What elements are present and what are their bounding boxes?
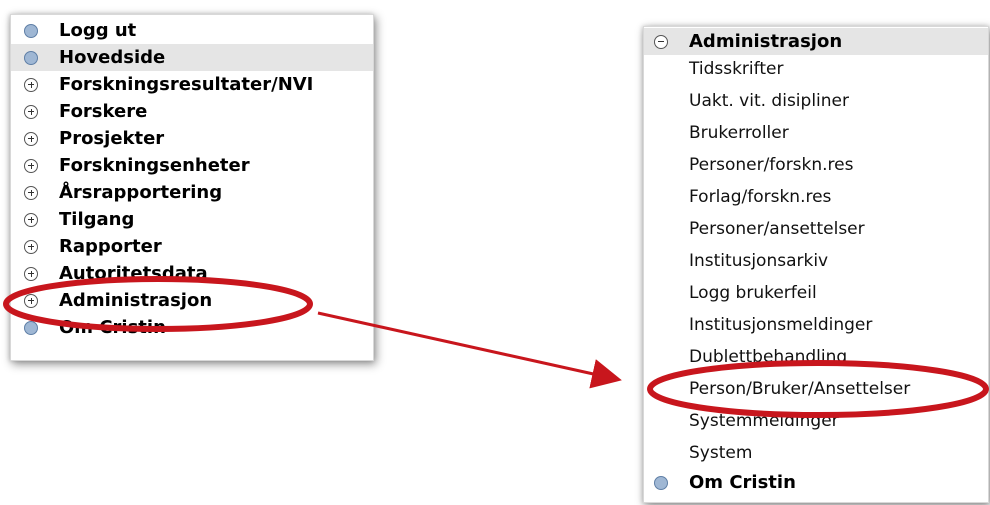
annotation-overlay — [3, 276, 989, 418]
annotation-ellipse-left — [3, 276, 313, 332]
annotation-arrow — [317, 311, 622, 389]
annotation-ellipse-right — [647, 360, 989, 418]
